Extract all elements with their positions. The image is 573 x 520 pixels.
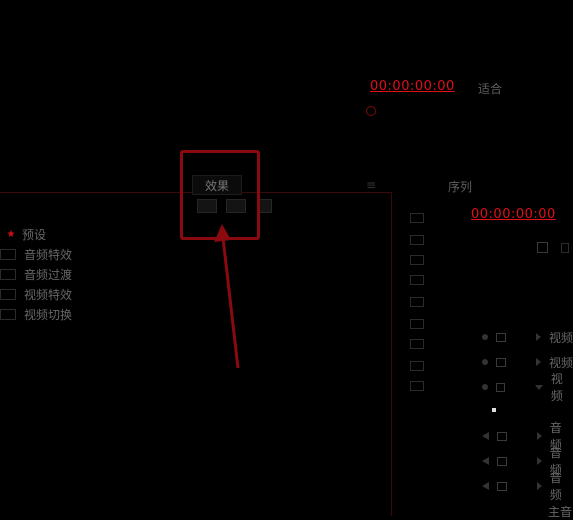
lock-icon[interactable]: [495, 382, 505, 392]
expand-icon[interactable]: [536, 358, 541, 366]
tree-item-label: 视频切换: [24, 307, 73, 322]
track-label: 视频: [549, 355, 573, 370]
source-timecode[interactable]: 00:00:00:00: [370, 79, 455, 94]
eye-icon[interactable]: [482, 334, 488, 340]
speaker-icon[interactable]: [482, 482, 489, 490]
track-master[interactable]: 主音: [482, 503, 572, 519]
expand-icon[interactable]: [536, 457, 542, 465]
ripple-edit-tool-icon[interactable]: [410, 255, 424, 265]
folder-icon: [0, 268, 16, 280]
effects-panel-border-right: [391, 192, 392, 516]
tab-sequence[interactable]: 序列: [448, 178, 472, 195]
snap-icon[interactable]: [537, 242, 548, 253]
track-label: 视频: [549, 330, 573, 345]
folder-icon: [0, 248, 16, 260]
expand-icon[interactable]: [536, 482, 542, 490]
annotation-arrow: [214, 224, 240, 369]
eye-icon[interactable]: [482, 359, 488, 365]
lock-icon[interactable]: [496, 332, 506, 342]
track-label: 音频: [549, 471, 562, 502]
tree-item-label: 音频特效: [24, 247, 73, 262]
razor-tool-icon[interactable]: [410, 297, 424, 307]
fit-dropdown[interactable]: 适合: [478, 80, 502, 97]
track-audio-1[interactable]: 音频: [482, 421, 573, 452]
lock-icon[interactable]: [496, 357, 506, 367]
lock-icon[interactable]: [497, 481, 507, 491]
track-label: 视频: [550, 372, 563, 403]
pen-tool-icon[interactable]: [410, 339, 424, 349]
track-video-2[interactable]: 视频: [482, 354, 573, 370]
keyframe-icon[interactable]: [492, 408, 496, 412]
track-audio-2[interactable]: 音频: [482, 446, 573, 477]
lock-icon[interactable]: [497, 456, 507, 466]
track-select-tool-icon[interactable]: [410, 235, 424, 245]
slip-tool-icon[interactable]: [410, 319, 424, 329]
timeline-timecode[interactable]: 00:00:00:00: [471, 207, 556, 222]
tree-item-video-effects[interactable]: 视频特效: [0, 285, 72, 303]
tree-item-presets[interactable]: ★ 预设: [0, 225, 47, 243]
collapse-icon[interactable]: [534, 384, 543, 390]
selection-tool-icon[interactable]: [410, 213, 424, 223]
lock-icon[interactable]: [497, 431, 507, 441]
speaker-icon[interactable]: [482, 457, 489, 465]
speaker-icon[interactable]: [482, 432, 489, 440]
tree-item-video-transitions[interactable]: 视频切换: [0, 305, 72, 323]
tree-item-label: 预设: [22, 227, 47, 242]
tree-item-label: 视频特效: [24, 287, 73, 302]
tab-sequence-label: 序列: [448, 180, 473, 194]
tree-item-audio-effects[interactable]: 音频特效: [0, 245, 72, 263]
rolling-edit-tool-icon[interactable]: [410, 275, 424, 285]
panel-menu-icon[interactable]: ≡: [366, 178, 376, 192]
expand-icon[interactable]: [536, 432, 542, 440]
track-label: 主音: [548, 504, 573, 519]
tree-item-label: 音频过渡: [24, 267, 73, 282]
track-video-3[interactable]: 视频: [482, 329, 573, 345]
expand-icon[interactable]: [536, 333, 541, 341]
yuv-effects-icon[interactable]: [258, 199, 272, 213]
add-marker-icon[interactable]: [561, 243, 569, 253]
zoom-tool-icon[interactable]: [410, 381, 424, 391]
tree-item-audio-transitions[interactable]: 音频过渡: [0, 265, 72, 283]
folder-icon: [0, 308, 16, 320]
track-audio-3[interactable]: 音频: [482, 471, 573, 502]
hand-tool-icon[interactable]: [410, 361, 424, 371]
marker-icon[interactable]: [366, 106, 376, 116]
eye-icon[interactable]: [482, 384, 488, 390]
star-icon: ★: [6, 228, 16, 240]
track-video-1[interactable]: 视频: [482, 372, 573, 403]
folder-icon: [0, 288, 16, 300]
